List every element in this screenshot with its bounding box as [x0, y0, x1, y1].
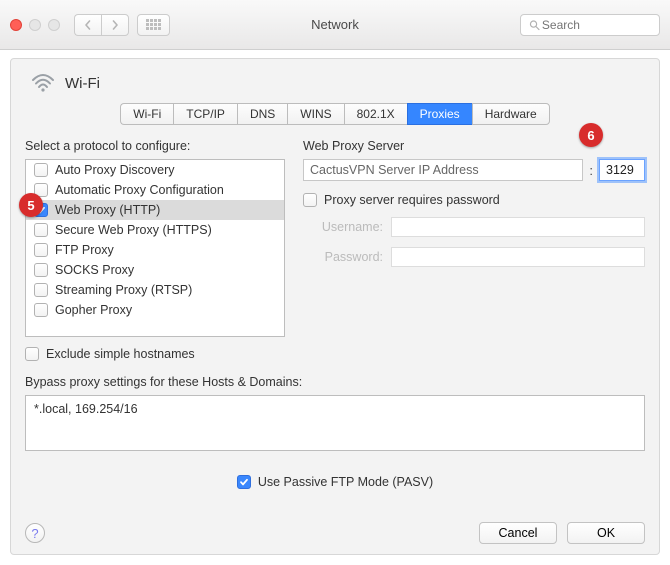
show-all-button[interactable] [137, 14, 170, 36]
chevron-left-icon [83, 20, 93, 30]
protocol-item[interactable]: FTP Proxy [26, 240, 284, 260]
wifi-icon [31, 73, 55, 93]
protocol-item-label: Secure Web Proxy (HTTPS) [55, 223, 212, 237]
ok-button[interactable]: OK [567, 522, 645, 544]
tab-hardware[interactable]: Hardware [472, 103, 550, 125]
protocol-item-label: Auto Proxy Discovery [55, 163, 174, 177]
close-window-button[interactable] [10, 19, 22, 31]
proxy-server-address-input[interactable] [303, 159, 583, 181]
tab-proxies[interactable]: Proxies [407, 103, 472, 125]
checkbox-icon [34, 303, 48, 317]
interface-name: Wi-Fi [65, 75, 100, 92]
proxy-server-port-input[interactable] [599, 159, 645, 181]
protocol-item[interactable]: Automatic Proxy Configuration [26, 180, 284, 200]
address-port-separator: : [589, 163, 593, 178]
tab-802-1x[interactable]: 802.1X [344, 103, 407, 125]
annotation-callout-5: 5 [19, 193, 43, 217]
search-field[interactable] [520, 14, 660, 36]
search-input[interactable] [540, 17, 651, 33]
passive-ftp-checkbox[interactable]: Use Passive FTP Mode (PASV) [237, 475, 433, 489]
passive-ftp-label: Use Passive FTP Mode (PASV) [258, 475, 433, 489]
checkbox-icon [34, 163, 48, 177]
exclude-hostnames-checkbox[interactable]: Exclude simple hostnames [25, 347, 285, 361]
preferences-sheet: Wi-Fi Wi-FiTCP/IPDNSWINS802.1XProxiesHar… [10, 58, 660, 555]
annotation-callout-6: 6 [579, 123, 603, 147]
settings-tabs: Wi-FiTCP/IPDNSWINS802.1XProxiesHardware [25, 103, 645, 125]
forward-button[interactable] [101, 14, 129, 36]
protocol-item[interactable]: Auto Proxy Discovery [26, 160, 284, 180]
protocol-item-label: Automatic Proxy Configuration [55, 183, 224, 197]
toolbar: Network [0, 0, 670, 50]
tab-wins[interactable]: WINS [287, 103, 343, 125]
zoom-window-button[interactable] [48, 19, 60, 31]
checkbox-icon [237, 475, 251, 489]
help-button[interactable]: ? [25, 523, 45, 543]
nav-back-forward [74, 14, 129, 36]
tab-wi-fi[interactable]: Wi-Fi [120, 103, 173, 125]
checkbox-icon [34, 283, 48, 297]
requires-password-label: Proxy server requires password [324, 193, 500, 207]
protocol-list[interactable]: Auto Proxy Discovery Automatic Proxy Conf… [25, 159, 285, 337]
window-traffic-lights [10, 19, 60, 31]
tab-dns[interactable]: DNS [237, 103, 287, 125]
protocol-item[interactable]: Gopher Proxy [26, 300, 284, 320]
protocol-item-label: Streaming Proxy (RTSP) [55, 283, 192, 297]
protocol-item[interactable]: Streaming Proxy (RTSP) [26, 280, 284, 300]
cancel-button[interactable]: Cancel [479, 522, 557, 544]
protocol-item-label: Gopher Proxy [55, 303, 132, 317]
bypass-value: *.local, 169.254/16 [34, 402, 138, 416]
username-label: Username: [303, 220, 383, 234]
back-button[interactable] [74, 14, 101, 36]
username-input[interactable] [391, 217, 645, 237]
protocol-item-label: FTP Proxy [55, 243, 114, 257]
bypass-label: Bypass proxy settings for these Hosts & … [25, 375, 645, 389]
requires-password-checkbox[interactable]: Proxy server requires password [303, 193, 645, 207]
search-icon [529, 19, 540, 31]
checkbox-icon [34, 263, 48, 277]
help-icon: ? [31, 526, 38, 541]
protocol-item[interactable]: Secure Web Proxy (HTTPS) [26, 220, 284, 240]
protocol-list-label: Select a protocol to configure: [25, 139, 285, 153]
protocol-item-label: Web Proxy (HTTP) [55, 203, 160, 217]
protocol-item[interactable]: Web Proxy (HTTP) [26, 200, 284, 220]
password-label: Password: [303, 250, 383, 264]
grid-icon [146, 19, 161, 30]
minimize-window-button[interactable] [29, 19, 41, 31]
protocol-item[interactable]: SOCKS Proxy [26, 260, 284, 280]
protocol-item-label: SOCKS Proxy [55, 263, 134, 277]
tab-tcp-ip[interactable]: TCP/IP [173, 103, 237, 125]
chevron-right-icon [110, 20, 120, 30]
exclude-hostnames-label: Exclude simple hostnames [46, 347, 195, 361]
interface-header: Wi-Fi [31, 73, 645, 93]
checkbox-icon [25, 347, 39, 361]
checkbox-icon [303, 193, 317, 207]
bypass-textarea[interactable]: *.local, 169.254/16 [25, 395, 645, 451]
checkbox-icon [34, 223, 48, 237]
checkbox-icon [34, 243, 48, 257]
password-input[interactable] [391, 247, 645, 267]
